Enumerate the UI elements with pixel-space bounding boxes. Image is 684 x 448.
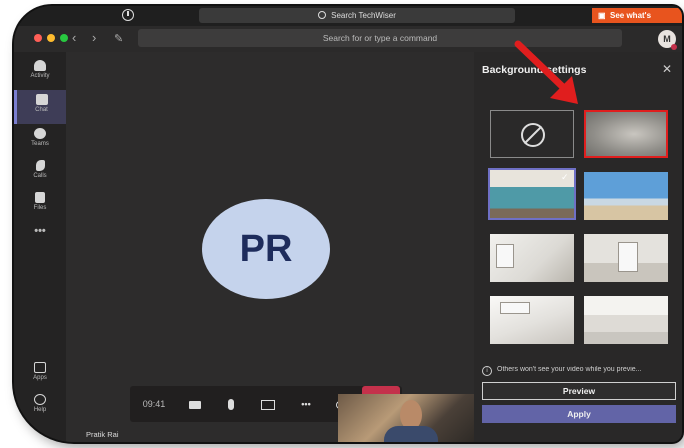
info-icon: i xyxy=(482,366,492,376)
participant-avatar: PR xyxy=(202,199,330,299)
rail-item-activity[interactable]: Activity xyxy=(14,56,66,90)
compose-icon[interactable]: ✎ xyxy=(114,32,123,45)
rail-item-chat[interactable]: Chat xyxy=(14,90,66,124)
background-option-blur[interactable] xyxy=(584,110,668,158)
file-icon xyxy=(35,192,45,203)
self-video-body xyxy=(384,426,438,442)
close-window-button[interactable] xyxy=(34,34,42,42)
self-video-preview xyxy=(338,394,474,442)
no-background-icon xyxy=(521,123,545,147)
share-screen-button[interactable] xyxy=(252,386,284,422)
participant-name: Pratik Rai xyxy=(86,430,119,439)
camera-button[interactable] xyxy=(180,386,210,422)
checkmark-icon: ✓ xyxy=(561,172,569,182)
apply-button[interactable]: Apply xyxy=(482,405,676,423)
back-button[interactable]: ‹ xyxy=(72,30,76,45)
clock-icon[interactable] xyxy=(122,9,134,21)
background-option-room-3[interactable] xyxy=(490,296,574,344)
preview-button[interactable]: Preview xyxy=(482,382,676,400)
window-shape xyxy=(496,244,514,268)
browser-search-bar[interactable]: Search TechWiser xyxy=(199,8,515,23)
chat-icon xyxy=(35,94,48,105)
rail-item-teams[interactable]: Teams xyxy=(14,124,66,158)
background-option-room-4[interactable] xyxy=(584,296,668,344)
microphone-icon xyxy=(228,399,234,411)
rail-item-more[interactable]: ••• xyxy=(14,220,66,254)
rail-item-files[interactable]: Files xyxy=(14,188,66,222)
rail-label: Activity xyxy=(30,73,50,79)
window-shape xyxy=(500,302,530,314)
background-settings-panel: Background settings ✕ ✓ i Others won't se… xyxy=(474,52,682,442)
app-rail: Activity Chat Teams Calls Files ••• Apps… xyxy=(14,52,66,442)
bell-icon xyxy=(34,60,46,71)
system-bar: Search TechWiser ▣ See what's xyxy=(14,6,682,26)
rail-label: Files xyxy=(33,205,47,211)
browser-search-text: Search TechWiser xyxy=(331,11,396,20)
more-actions-button[interactable]: ••• xyxy=(290,386,322,422)
rail-item-calls[interactable]: Calls xyxy=(14,156,66,190)
rail-item-help[interactable]: Help xyxy=(14,390,66,424)
background-option-room-2[interactable] xyxy=(584,234,668,282)
phone-icon xyxy=(35,160,45,171)
camera-icon xyxy=(189,400,201,409)
apps-icon xyxy=(34,362,46,373)
background-option-none[interactable] xyxy=(490,110,574,158)
share-screen-icon xyxy=(261,399,275,410)
more-icon: ••• xyxy=(34,225,46,237)
rail-label: Teams xyxy=(31,141,49,147)
promo-button[interactable]: ▣ See what's xyxy=(592,8,682,23)
preview-info-text: Others won't see your video while you pr… xyxy=(497,366,642,373)
status-dot-icon xyxy=(671,44,677,50)
annotation-arrow-icon xyxy=(514,40,578,104)
maximize-window-button[interactable] xyxy=(60,34,68,42)
background-option-office[interactable]: ✓ xyxy=(488,168,576,220)
window-shape xyxy=(618,242,638,272)
help-icon xyxy=(34,394,46,405)
call-stage: PR 09:41 ••• Pratik Rai xyxy=(66,52,474,442)
rail-label: Chat xyxy=(35,107,48,113)
gift-icon: ▣ xyxy=(598,11,606,20)
teams-icon xyxy=(34,128,46,139)
rail-item-apps[interactable]: Apps xyxy=(14,358,66,392)
promo-label: See what's xyxy=(610,11,652,20)
call-timer: 09:41 xyxy=(142,399,166,409)
background-option-room-1[interactable] xyxy=(490,234,574,282)
forward-button[interactable]: › xyxy=(92,30,96,45)
close-panel-button[interactable]: ✕ xyxy=(662,62,672,76)
search-icon xyxy=(318,11,327,19)
background-option-beach[interactable] xyxy=(584,172,668,220)
preview-info: i Others won't see your video while you p… xyxy=(482,366,678,376)
rail-label: Help xyxy=(33,407,47,413)
rail-label: Apps xyxy=(33,375,47,381)
rail-label: Calls xyxy=(33,173,47,179)
minimize-window-button[interactable] xyxy=(47,34,55,42)
mic-button[interactable] xyxy=(216,386,246,422)
